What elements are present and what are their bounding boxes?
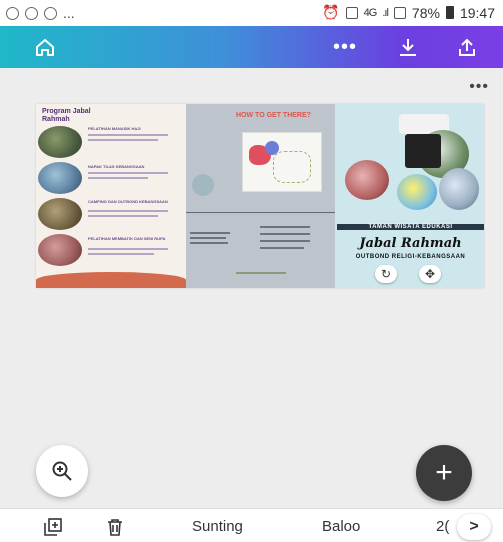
notification-icons: ... <box>6 5 75 21</box>
scroll-next-button[interactable]: > <box>457 514 491 540</box>
bottom-toolbar: Sunting Baloo 2( > <box>0 508 503 542</box>
location-map <box>242 132 322 192</box>
kaaba-photo <box>405 134 441 168</box>
signal-icon: .ıl <box>382 6 388 19</box>
program-photo <box>38 198 82 230</box>
brochure-design[interactable]: Program Jabal Rahmah PELATIHAN MANASIK H… <box>36 104 484 288</box>
share-icon <box>459 38 475 56</box>
font-size-button[interactable]: 2( <box>436 518 449 535</box>
signal-icon <box>393 6 406 19</box>
program-text <box>88 215 158 217</box>
clock: 19:47 <box>459 4 495 21</box>
home-button[interactable] <box>30 33 60 61</box>
zoom-in-icon <box>52 461 72 481</box>
program-photo <box>38 162 82 194</box>
status-bar: ... ⏰ 4G .ıl 78% 19:47 <box>0 0 503 26</box>
contact-text <box>260 240 310 242</box>
duplicate-button[interactable] <box>44 518 62 536</box>
cover-title[interactable]: Jabal Rahmah <box>337 236 484 251</box>
more-notifications: ... <box>63 5 75 21</box>
program-text <box>88 210 168 212</box>
battery-level: 78% <box>411 4 440 21</box>
rotate-handle[interactable]: ↻ <box>375 265 397 283</box>
program-text <box>88 248 168 250</box>
program-text <box>88 177 148 179</box>
programs-title: Program Jabal Rahmah <box>42 108 91 123</box>
address-text <box>190 232 230 234</box>
address-text <box>190 242 228 244</box>
editor-canvas[interactable]: ••• Program Jabal Rahmah PELATIHAN MANAS… <box>0 68 503 508</box>
alarm-icon: ⏰ <box>322 4 340 20</box>
delete-button[interactable] <box>106 518 124 536</box>
decorative-circle <box>192 174 214 196</box>
brochure-panel-directions[interactable]: HOW TO GET THERE? <box>186 104 335 288</box>
move-handle[interactable]: ✥ <box>419 265 441 283</box>
cover-photo <box>439 168 479 210</box>
address-text <box>190 237 226 239</box>
top-toolbar: ••• <box>0 26 503 68</box>
instagram-icon <box>44 6 57 20</box>
home-icon <box>36 39 54 56</box>
program-photo <box>38 234 82 266</box>
program-heading: NAPAK TILAS KEBANGSAAN <box>88 164 145 169</box>
brochure-panel-cover[interactable]: TAMAN WISATA EDUKASI Jabal Rahmah OUTBON… <box>335 104 484 288</box>
contact-text <box>260 226 310 228</box>
trash-icon <box>108 519 122 536</box>
whatsapp-icon <box>25 6 38 20</box>
add-element-button[interactable]: + <box>416 445 472 501</box>
download-button[interactable] <box>393 33 423 61</box>
program-text <box>88 139 158 141</box>
font-button[interactable]: Baloo <box>322 518 360 535</box>
cover-tagline: OUTBOND RELIGI-KEBANGSAAN <box>355 254 466 260</box>
contact-text <box>260 233 310 235</box>
program-text <box>88 253 154 255</box>
program-heading: PELATIHAN MANASIK HAJI <box>88 126 141 131</box>
rotate-icon: ↻ <box>380 267 392 281</box>
brochure-panel-programs[interactable]: Program Jabal Rahmah PELATIHAN MANASIK H… <box>36 104 186 288</box>
program-text <box>88 134 168 136</box>
battery-icon <box>445 6 454 19</box>
network-type: 4G <box>363 6 378 19</box>
page-menu-button[interactable]: ••• <box>469 78 489 96</box>
plus-icon: + <box>435 456 453 489</box>
more-options-button[interactable]: ••• <box>330 33 360 61</box>
map-route <box>273 151 311 183</box>
cover-photo <box>345 160 389 200</box>
system-status: ⏰ 4G .ıl 78% 19:47 <box>322 4 495 21</box>
program-heading: CAMPING DAN OUTBOND KEBANGSAAN <box>88 199 168 204</box>
cover-subtitle: TAMAN WISATA EDUKASI <box>337 224 484 230</box>
instagram-icon <box>6 6 19 20</box>
download-icon <box>400 39 416 56</box>
edit-button[interactable]: Sunting <box>192 518 243 535</box>
program-text <box>88 172 168 174</box>
divider <box>186 212 335 213</box>
program-photo <box>38 126 82 158</box>
logo-text <box>236 272 286 274</box>
share-button[interactable] <box>452 33 482 61</box>
directions-title: HOW TO GET THERE? <box>236 112 311 119</box>
duplicate-icon <box>44 518 62 536</box>
move-icon: ✥ <box>424 267 436 281</box>
sim-icon <box>345 6 358 19</box>
zoom-button[interactable] <box>36 445 88 497</box>
contact-text <box>260 247 304 249</box>
cover-photo <box>397 174 437 210</box>
decorative-wave <box>36 272 186 288</box>
program-heading: PELATIHAN MEMBATIK DAN SENI RUPA <box>88 236 166 241</box>
